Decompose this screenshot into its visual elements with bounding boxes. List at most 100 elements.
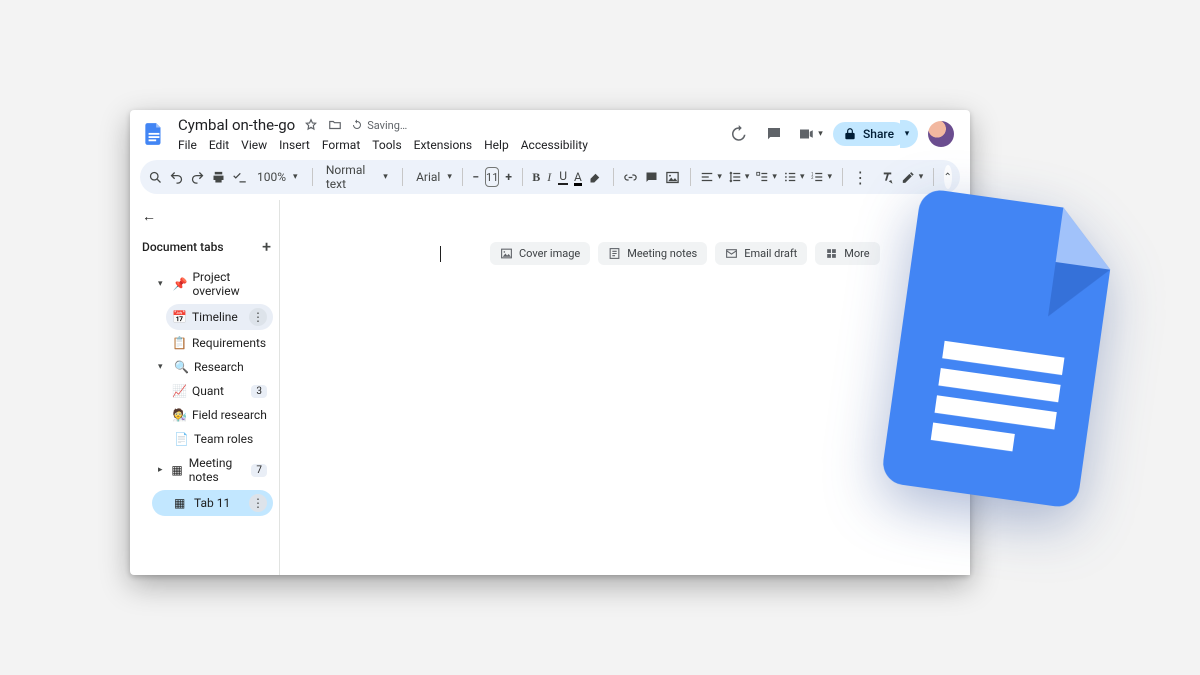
title-area: Cymbal on-the-go Saving… File Edit View … (178, 116, 588, 152)
tab-menu-icon[interactable]: ⋮ (249, 494, 267, 512)
numbered-list-icon[interactable]: 12 (810, 166, 832, 188)
caret-icon[interactable]: ▸ (158, 465, 165, 475)
tab-research[interactable]: ▾🔍Research (152, 356, 273, 378)
checklist-icon[interactable] (755, 166, 777, 188)
tab-emoji-icon: 📅 (172, 310, 186, 324)
svg-text:2: 2 (812, 175, 815, 180)
editing-mode-icon[interactable] (901, 166, 923, 188)
chip-label: Email draft (744, 247, 797, 260)
tab-meeting-notes[interactable]: ▸ ▦ Meeting notes 7 (152, 452, 273, 488)
caret-icon[interactable]: ▾ (158, 279, 166, 289)
tab-field-research[interactable]: 🧑‍🔬Field research (166, 404, 273, 426)
move-icon[interactable] (327, 117, 343, 133)
image-icon (500, 247, 513, 260)
history-icon[interactable] (725, 121, 751, 147)
saving-text: Saving… (367, 119, 407, 132)
tab-emoji-icon: ▦ (171, 463, 182, 477)
menu-file[interactable]: File (178, 138, 197, 152)
doc-title[interactable]: Cymbal on-the-go (178, 116, 295, 134)
tab-menu-icon[interactable]: ⋮ (249, 308, 267, 326)
toolbar: 100% Normal text Arial − 11 + B I U A 12… (140, 160, 960, 194)
header: Cymbal on-the-go Saving… File Edit View … (130, 110, 970, 152)
highlight-icon[interactable] (588, 166, 603, 188)
search-icon[interactable] (148, 166, 163, 188)
sidebar-back-icon[interactable]: ← (140, 206, 273, 233)
italic-icon[interactable]: I (546, 166, 552, 188)
menu-insert[interactable]: Insert (279, 138, 310, 152)
tab-badge: 7 (251, 464, 267, 477)
tab-label: Quant (192, 384, 224, 398)
star-icon[interactable] (303, 117, 319, 133)
comment-icon[interactable] (761, 121, 787, 147)
docs-logo[interactable] (140, 116, 168, 152)
menu-edit[interactable]: Edit (209, 138, 229, 152)
notes-icon (608, 247, 621, 260)
email-icon (725, 247, 738, 260)
tab-tab-11[interactable]: ▦Tab 11⋮ (152, 490, 273, 516)
chip-email-draft[interactable]: Email draft (715, 242, 807, 265)
menu-extensions[interactable]: Extensions (414, 138, 472, 152)
share-dropdown[interactable]: ▾ (900, 120, 918, 148)
tab-team-roles[interactable]: 📄Team roles (152, 428, 273, 450)
insert-link-icon[interactable] (623, 166, 638, 188)
saving-status: Saving… (351, 119, 407, 132)
font-size-input[interactable]: 11 (485, 167, 499, 187)
menu-tools[interactable]: Tools (372, 138, 401, 152)
spellcheck-icon[interactable] (232, 166, 247, 188)
font-select[interactable]: Arial (412, 170, 452, 184)
print-icon[interactable] (211, 166, 226, 188)
clear-formatting-icon[interactable] (880, 166, 895, 188)
caret-icon[interactable]: ▾ (158, 362, 168, 372)
meet-icon[interactable] (797, 121, 823, 147)
bulleted-list-icon[interactable] (783, 166, 805, 188)
tab-emoji-icon: ▦ (174, 496, 188, 510)
tab-badge: 3 (251, 385, 267, 398)
document-canvas[interactable]: Cover image Meeting notes Email draft More (280, 200, 970, 575)
share-label: Share (863, 127, 894, 141)
chip-meeting-notes[interactable]: Meeting notes (598, 242, 707, 265)
tab-quant[interactable]: 📈 Quant 3 (166, 380, 273, 402)
insert-image-icon[interactable] (665, 166, 680, 188)
tab-emoji-icon: 🔍 (174, 360, 188, 374)
menu-format[interactable]: Format (322, 138, 360, 152)
undo-icon[interactable] (169, 166, 184, 188)
collapse-toolbar-icon[interactable]: ⌃ (944, 165, 952, 189)
align-icon[interactable] (700, 166, 722, 188)
font-increase[interactable]: + (505, 166, 512, 188)
font-decrease[interactable]: − (472, 166, 479, 188)
tab-requirements[interactable]: 📋 Requirements (166, 332, 273, 354)
tab-emoji-icon: 📈 (172, 384, 186, 398)
tab-emoji-icon: 📋 (172, 336, 186, 350)
tab-label: Requirements (192, 336, 266, 350)
menu-bar: File Edit View Insert Format Tools Exten… (178, 138, 588, 152)
chip-label: Meeting notes (627, 247, 697, 260)
underline-icon[interactable]: U (558, 166, 568, 188)
zoom-select[interactable]: 100% (253, 170, 302, 184)
tab-label: Meeting notes (189, 456, 246, 484)
suggestion-chips: Cover image Meeting notes Email draft More (490, 242, 880, 265)
redo-icon[interactable] (190, 166, 205, 188)
docs-app-window: Cymbal on-the-go Saving… File Edit View … (130, 110, 970, 575)
tab-label: Field research (192, 408, 267, 422)
text-color-icon[interactable]: A (574, 166, 582, 188)
line-spacing-icon[interactable] (728, 166, 750, 188)
add-comment-icon[interactable] (644, 166, 659, 188)
overflow-icon[interactable]: ⋮ (852, 166, 868, 188)
add-tab-button[interactable]: + (262, 237, 271, 256)
chip-cover-image[interactable]: Cover image (490, 242, 590, 265)
menu-view[interactable]: View (241, 138, 267, 152)
docs-file-icon (880, 186, 1140, 514)
menu-help[interactable]: Help (484, 138, 509, 152)
tab-timeline[interactable]: 📅Timeline⋮ (166, 304, 273, 330)
paragraph-style-select[interactable]: Normal text (322, 163, 392, 191)
share-button[interactable]: Share (833, 122, 906, 146)
tab-label: Project overview (192, 270, 267, 298)
tab-emoji-icon: 📌 (172, 277, 186, 291)
chip-more[interactable]: More (815, 242, 879, 265)
sidebar-heading: Document tabs (142, 240, 224, 254)
account-avatar[interactable] (928, 121, 954, 147)
menu-accessibility[interactable]: Accessibility (521, 138, 588, 152)
bold-icon[interactable]: B (532, 166, 540, 188)
header-right: Share ▾ (725, 120, 960, 148)
tab-project-overview[interactable]: ▾ 📌 Project overview (152, 266, 273, 302)
